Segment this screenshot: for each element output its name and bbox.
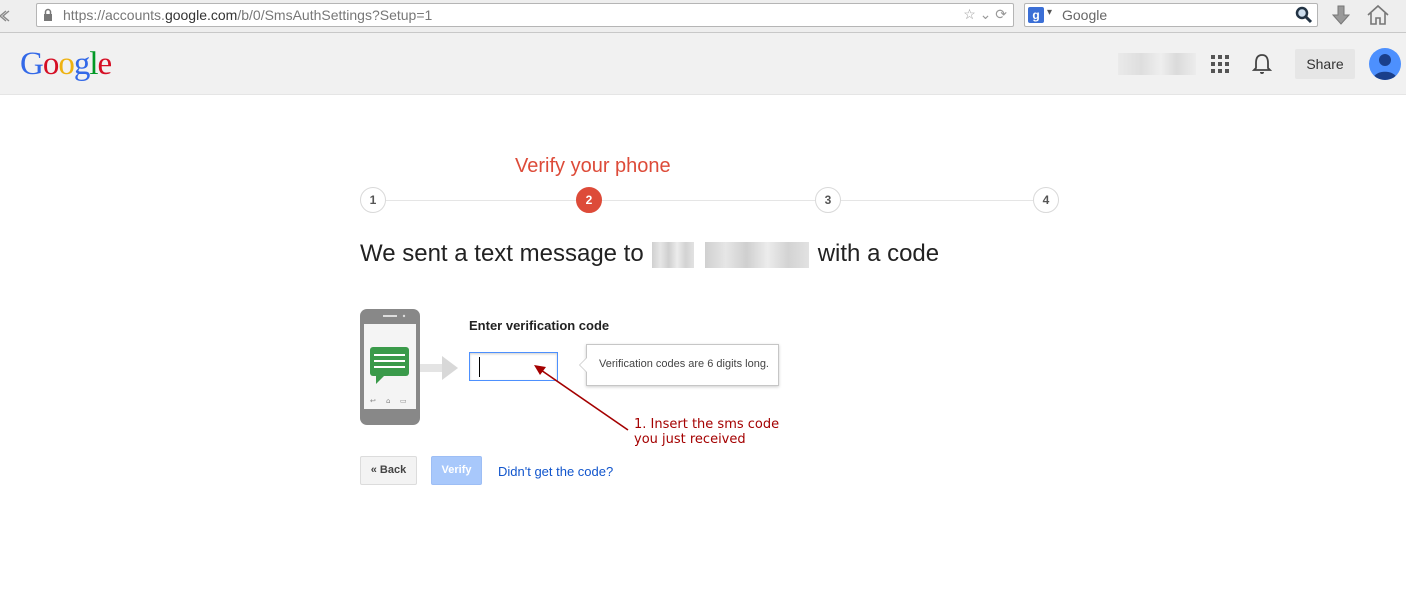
- step-1: 1: [360, 187, 386, 213]
- address-bar[interactable]: https://accounts.google.com/b/0/SmsAuthS…: [36, 3, 1014, 27]
- google-header: Google Share: [0, 33, 1406, 95]
- back-button[interactable]: « Back: [360, 456, 417, 485]
- search-icon[interactable]: [1295, 6, 1313, 24]
- back-arrow-icon[interactable]: [0, 6, 20, 26]
- redacted-user-name: [1118, 53, 1196, 75]
- annotation-arrow-icon: [534, 365, 629, 431]
- verify-button[interactable]: Verify: [431, 456, 482, 485]
- reload-icon[interactable]: ⟳: [995, 6, 1007, 22]
- search-input[interactable]: Google: [1062, 7, 1107, 23]
- google-search-engine-icon[interactable]: g: [1028, 7, 1044, 23]
- share-button[interactable]: Share: [1295, 49, 1355, 79]
- annotation-note: 1. Insert the sms code you just received: [634, 417, 780, 447]
- step-title: Verify your phone: [515, 155, 671, 177]
- lock-icon: [44, 8, 52, 21]
- chevron-down-icon[interactable]: ⌄: [980, 6, 992, 22]
- home-icon[interactable]: [1366, 4, 1390, 26]
- google-logo[interactable]: Google: [20, 46, 112, 83]
- phone-sms-illustration-icon: ↩ ⌂ ▭: [360, 309, 420, 425]
- user-icon: [1373, 54, 1397, 80]
- svg-text:▭: ▭: [400, 397, 407, 405]
- code-field-label: Enter verification code: [469, 318, 610, 333]
- svg-text:↩: ↩: [370, 397, 376, 405]
- bookmark-star-icon[interactable]: ☆: [963, 6, 976, 22]
- page-heading: We sent a text message to with a code: [360, 240, 940, 268]
- download-icon[interactable]: [1330, 4, 1352, 26]
- step-3: 3: [815, 187, 841, 213]
- redacted-phone-part: [652, 241, 695, 268]
- arrow-right-icon: [420, 356, 458, 380]
- account-avatar[interactable]: [1369, 48, 1401, 80]
- search-bar[interactable]: g ▾ Google: [1024, 3, 1318, 27]
- stepper-line: [374, 200, 1046, 201]
- step-4: 4: [1033, 187, 1059, 213]
- notifications-bell-icon[interactable]: [1252, 53, 1272, 75]
- browser-toolbar: https://accounts.google.com/b/0/SmsAuthS…: [0, 0, 1406, 33]
- text-cursor: [479, 357, 480, 377]
- svg-text:⌂: ⌂: [386, 397, 390, 405]
- apps-grid-icon[interactable]: [1211, 55, 1229, 73]
- chevron-down-icon[interactable]: ▾: [1047, 7, 1052, 18]
- step-2: 2: [576, 187, 602, 213]
- redacted-phone-part: [705, 241, 810, 268]
- resend-code-link[interactable]: Didn't get the code?: [498, 464, 613, 479]
- url-text: https://accounts.google.com/b/0/SmsAuthS…: [63, 7, 433, 23]
